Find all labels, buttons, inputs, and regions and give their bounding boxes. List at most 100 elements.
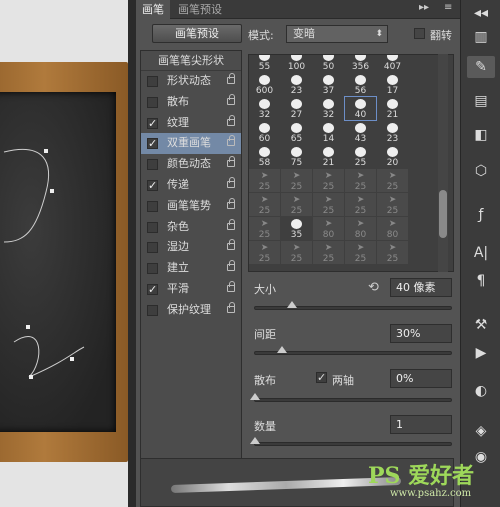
brush-tip-cell[interactable]: 75 (281, 145, 312, 168)
spacing-field[interactable]: 30% (390, 324, 452, 343)
brush-tip-cell[interactable]: ➤ 25 (313, 241, 344, 264)
clone-source-icon[interactable]: ▤ (467, 90, 495, 112)
brush-tip-cell[interactable]: ➤ 25 (377, 169, 408, 192)
brush-tip-cell[interactable]: 25 (345, 145, 376, 168)
document-canvas[interactable] (0, 0, 130, 507)
setting-checkbox[interactable] (147, 96, 158, 108)
lock-icon[interactable] (227, 218, 235, 230)
brush-tip-cell[interactable]: 60 (249, 121, 280, 144)
scatter-field[interactable]: 0% (390, 369, 452, 388)
settings-item[interactable]: 建立 (141, 258, 241, 279)
brush-tip-cell[interactable]: ➤ 80 (377, 217, 408, 240)
settings-item[interactable]: 颜色动态 (141, 154, 241, 175)
brush-tip-cell[interactable]: 35 (281, 217, 312, 240)
brush-tip-cell[interactable]: 32 (249, 97, 280, 120)
lock-icon[interactable] (227, 93, 235, 105)
reset-size-icon[interactable]: ⟲ (368, 280, 379, 295)
brush-tip-cell[interactable]: 100 (281, 55, 312, 72)
brush-grid-scrollbar[interactable] (438, 54, 448, 272)
brush-tip-cell[interactable]: ➤ 25 (281, 241, 312, 264)
settings-item[interactable]: 散布 (141, 92, 241, 113)
lock-icon[interactable] (227, 197, 235, 209)
brush-tip-cell[interactable]: 23 (377, 121, 408, 144)
brush-tip-grid[interactable]: 55 100 50 356 407 600 23 37 56 17 32 27 32 40 21 60 65 14… (248, 54, 454, 272)
3d-cube-icon[interactable]: ⬡ (467, 160, 495, 182)
count-field[interactable]: 1 (390, 415, 452, 434)
spacing-slider[interactable] (254, 346, 452, 355)
lock-icon[interactable] (227, 280, 235, 292)
paragraph-icon[interactable]: ¶ (467, 270, 495, 292)
brush-tip-cell[interactable]: ➤ 25 (313, 169, 344, 192)
settings-item[interactable]: 保护纹理 (141, 300, 241, 321)
brush-tip-cell[interactable]: 356 (345, 55, 376, 72)
scroll-thumb[interactable] (439, 190, 447, 238)
lock-icon[interactable] (227, 156, 235, 168)
brush-tip-cell[interactable]: 58 (249, 145, 280, 168)
both-axes-checkbox[interactable]: ✓ (316, 372, 327, 383)
size-slider[interactable] (254, 301, 452, 310)
brush-tip-cell[interactable]: ➤ 25 (249, 217, 280, 240)
brush-tip-cell[interactable]: ➤ 25 (345, 193, 376, 216)
settings-item[interactable]: 杂色 (141, 217, 241, 238)
setting-checkbox[interactable]: ✓ (147, 138, 158, 150)
settings-item[interactable]: ✓ 双重画笔 (141, 133, 241, 155)
count-slider-knob[interactable] (250, 437, 260, 444)
settings-item[interactable]: ✓ 传递 (141, 175, 241, 196)
brush-tip-cell[interactable]: 43 (345, 121, 376, 144)
brush-tip-cell[interactable]: 65 (281, 121, 312, 144)
brush-tip-shape-item[interactable]: 画笔笔尖形状 (141, 51, 241, 71)
lock-icon[interactable] (227, 135, 235, 147)
lock-icon[interactable] (227, 239, 235, 251)
setting-checkbox[interactable] (147, 221, 158, 233)
setting-checkbox[interactable] (147, 159, 158, 171)
brush-tip-cell[interactable]: 14 (313, 121, 344, 144)
lock-icon[interactable] (227, 301, 235, 313)
tab-brush[interactable]: 画笔 (136, 0, 170, 19)
lock-icon[interactable] (227, 176, 235, 188)
brush-presets-button[interactable]: 画笔预设 (152, 24, 242, 43)
size-field[interactable]: 40 像素 (390, 278, 452, 297)
brush-tip-cell[interactable]: ➤ 25 (377, 241, 408, 264)
dock-collapse-icon[interactable]: ◂◂ (467, 2, 495, 24)
setting-checkbox[interactable] (147, 200, 158, 212)
brush-tip-cell[interactable]: 21 (377, 97, 408, 120)
settings-item[interactable]: ✓ 平滑 (141, 279, 241, 300)
setting-checkbox[interactable]: ✓ (147, 179, 158, 191)
brush-tip-cell[interactable]: ➤ 80 (313, 217, 344, 240)
brush-tip-cell[interactable]: ➤ 80 (345, 217, 376, 240)
size-slider-knob[interactable] (287, 301, 297, 308)
settings-item[interactable]: ✓ 纹理 (141, 113, 241, 134)
brush-tip-cell[interactable]: 56 (345, 73, 376, 96)
brush-tip-cell[interactable]: 600 (249, 73, 280, 96)
panel-menu-icon[interactable]: ≡ (444, 2, 452, 13)
brush-tip-cell[interactable]: ➤ 25 (313, 193, 344, 216)
lock-icon[interactable] (227, 114, 235, 126)
setting-checkbox[interactable]: ✓ (147, 283, 158, 295)
brush-tip-cell[interactable]: 32 (313, 97, 344, 120)
brush-panel-icon[interactable]: ✎ (467, 56, 495, 78)
timeline-play-icon[interactable]: ▶ (467, 342, 495, 364)
brush-tip-cell[interactable]: 55 (249, 55, 280, 72)
color-icon[interactable]: ▥ (467, 26, 495, 48)
lock-icon[interactable] (227, 73, 235, 84)
layers-icon[interactable]: ◈ (467, 420, 495, 442)
collapse-panel-icon[interactable]: ▸▸ (419, 2, 429, 13)
setting-checkbox[interactable] (147, 76, 158, 87)
settings-item[interactable]: 形状动态 (141, 71, 241, 92)
brush-tip-cell[interactable]: 407 (377, 55, 408, 72)
settings-item[interactable]: 湿边 (141, 237, 241, 258)
brush-tip-cell[interactable]: ➤ 25 (249, 193, 280, 216)
setting-checkbox[interactable] (147, 263, 158, 275)
spacing-slider-knob[interactable] (277, 346, 287, 353)
brush-tip-cell[interactable]: 23 (281, 73, 312, 96)
brush-tip-cell[interactable]: 40 (344, 96, 377, 121)
tab-brush-presets[interactable]: 画笔预设 (172, 0, 228, 19)
flip-checkbox[interactable] (414, 28, 425, 39)
setting-checkbox[interactable] (147, 242, 158, 254)
brush-tip-cell[interactable]: ➤ 25 (345, 169, 376, 192)
count-slider[interactable] (250, 437, 452, 446)
setting-checkbox[interactable] (147, 304, 158, 316)
adjustments-icon[interactable]: ◧ (467, 124, 495, 146)
brush-tip-cell[interactable]: ➤ 25 (281, 169, 312, 192)
brush-tip-cell[interactable]: 17 (377, 73, 408, 96)
